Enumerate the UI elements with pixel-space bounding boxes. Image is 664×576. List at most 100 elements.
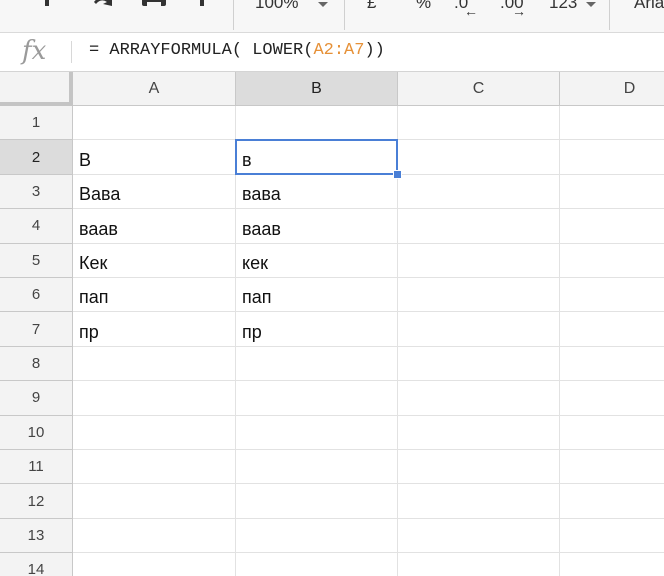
cell-b1[interactable]: [236, 106, 398, 141]
column-header-b[interactable]: B: [236, 72, 398, 106]
cell-b7[interactable]: пр: [236, 312, 398, 347]
paint-format-icon[interactable]: [40, 0, 62, 14]
cell-c6[interactable]: [398, 278, 560, 313]
cell-c1[interactable]: [398, 106, 560, 141]
fx-icon: fx: [22, 36, 47, 66]
row-header-10[interactable]: 10: [0, 415, 73, 450]
cell-d8[interactable]: [560, 346, 664, 382]
cell-a7[interactable]: пр: [73, 312, 236, 347]
cell-d2[interactable]: [560, 140, 664, 175]
cell-a2[interactable]: В: [73, 140, 236, 175]
row-header-5[interactable]: 5: [0, 243, 73, 278]
cell-a14[interactable]: [73, 553, 236, 576]
cell-d14[interactable]: [560, 553, 664, 576]
cell-c11[interactable]: [398, 450, 560, 485]
cell-d11[interactable]: [560, 450, 664, 485]
cell-a4[interactable]: ваав: [73, 209, 236, 244]
zoom-select[interactable]: 100%: [255, 0, 298, 13]
cell-b10[interactable]: [236, 415, 398, 450]
column-header-c[interactable]: C: [398, 72, 560, 106]
formula-bar: fx = ARRAYFORMULA( LOWER(A2:A7)): [0, 33, 664, 72]
cell-c4[interactable]: [398, 209, 560, 244]
fill-handle[interactable]: [393, 169, 402, 179]
toolbar-separator: [233, 0, 234, 30]
font-select[interactable]: Aria: [634, 0, 664, 13]
cell-a5[interactable]: Кек: [73, 243, 236, 278]
formula-prefix: = ARRAYFORMULA( LOWER(: [89, 41, 314, 60]
cell-c14[interactable]: [398, 553, 560, 576]
cell-b4[interactable]: ваав: [236, 209, 398, 244]
cell-b14[interactable]: [236, 553, 398, 576]
cell-a13[interactable]: [73, 518, 236, 554]
cell-b5[interactable]: кек: [236, 243, 398, 278]
cell-b11[interactable]: [236, 450, 398, 485]
formula-suffix: )): [364, 41, 385, 60]
row-header-1[interactable]: 1: [0, 106, 73, 141]
cell-b3[interactable]: вава: [236, 174, 398, 210]
formula-input[interactable]: = ARRAYFORMULA( LOWER(A2:A7)): [89, 41, 385, 60]
cell-d4[interactable]: [560, 209, 664, 244]
column-header-a[interactable]: A: [73, 72, 236, 106]
format-icon[interactable]: [198, 0, 218, 14]
cell-c7[interactable]: [398, 312, 560, 347]
row-header-11[interactable]: 11: [0, 450, 73, 485]
row-header-8[interactable]: 8: [0, 346, 73, 382]
cell-c12[interactable]: [398, 484, 560, 519]
percent-format-button[interactable]: %: [416, 0, 431, 13]
cell-b2[interactable]: в: [236, 140, 398, 175]
row-header-3[interactable]: 3: [0, 174, 73, 210]
cell-c10[interactable]: [398, 415, 560, 450]
cell-a10[interactable]: [73, 415, 236, 450]
more-formats-button[interactable]: 123: [549, 0, 577, 13]
cell-d13[interactable]: [560, 518, 664, 554]
spreadsheet-app: 100% £ % .0 ← .00 → 123 Aria fx = ARRAYF…: [0, 0, 664, 576]
toolbar-separator: [344, 0, 345, 30]
cell-d12[interactable]: [560, 484, 664, 519]
cell-d7[interactable]: [560, 312, 664, 347]
cell-c13[interactable]: [398, 518, 560, 554]
cell-a9[interactable]: [73, 381, 236, 416]
cell-d10[interactable]: [560, 415, 664, 450]
currency-format-button[interactable]: £: [367, 0, 376, 13]
cell-d1[interactable]: [560, 106, 664, 141]
cell-c5[interactable]: [398, 243, 560, 278]
toolbar-separator: [609, 0, 610, 30]
cell-a12[interactable]: [73, 484, 236, 519]
cell-a1[interactable]: [73, 106, 236, 141]
cell-a3[interactable]: Вава: [73, 174, 236, 210]
formula-separator: [71, 41, 72, 63]
cell-b6[interactable]: пап: [236, 278, 398, 313]
cell-b9[interactable]: [236, 381, 398, 416]
chevron-down-icon: [318, 2, 328, 7]
row-header-2[interactable]: 2: [0, 140, 73, 175]
print-icon[interactable]: [141, 0, 167, 14]
cell-c8[interactable]: [398, 346, 560, 382]
cell-d5[interactable]: [560, 243, 664, 278]
row-header-14[interactable]: 14: [0, 553, 73, 576]
cell-a6[interactable]: пап: [73, 278, 236, 313]
cell-c3[interactable]: [398, 174, 560, 210]
cell-d6[interactable]: [560, 278, 664, 313]
formula-range-reference: A2:A7: [313, 41, 365, 60]
row-header-13[interactable]: 13: [0, 518, 73, 554]
chevron-down-icon: [586, 2, 596, 7]
row-header-4[interactable]: 4: [0, 209, 73, 244]
redo-icon[interactable]: [92, 0, 114, 14]
row-header-7[interactable]: 7: [0, 312, 73, 347]
cell-d9[interactable]: [560, 381, 664, 416]
arrow-right-icon: →: [512, 3, 526, 19]
select-all-corner[interactable]: [0, 72, 73, 106]
cell-b12[interactable]: [236, 484, 398, 519]
cell-a8[interactable]: [73, 346, 236, 382]
cell-c2[interactable]: [398, 140, 560, 175]
row-header-9[interactable]: 9: [0, 381, 73, 416]
cell-b13[interactable]: [236, 518, 398, 554]
cell-d3[interactable]: [560, 174, 664, 210]
toolbar: 100% £ % .0 ← .00 → 123 Aria: [0, 0, 664, 33]
column-header-d[interactable]: D: [560, 72, 664, 106]
cell-a11[interactable]: [73, 450, 236, 485]
row-header-6[interactable]: 6: [0, 278, 73, 313]
row-header-12[interactable]: 12: [0, 484, 73, 519]
cell-c9[interactable]: [398, 381, 560, 416]
cell-b8[interactable]: [236, 346, 398, 382]
